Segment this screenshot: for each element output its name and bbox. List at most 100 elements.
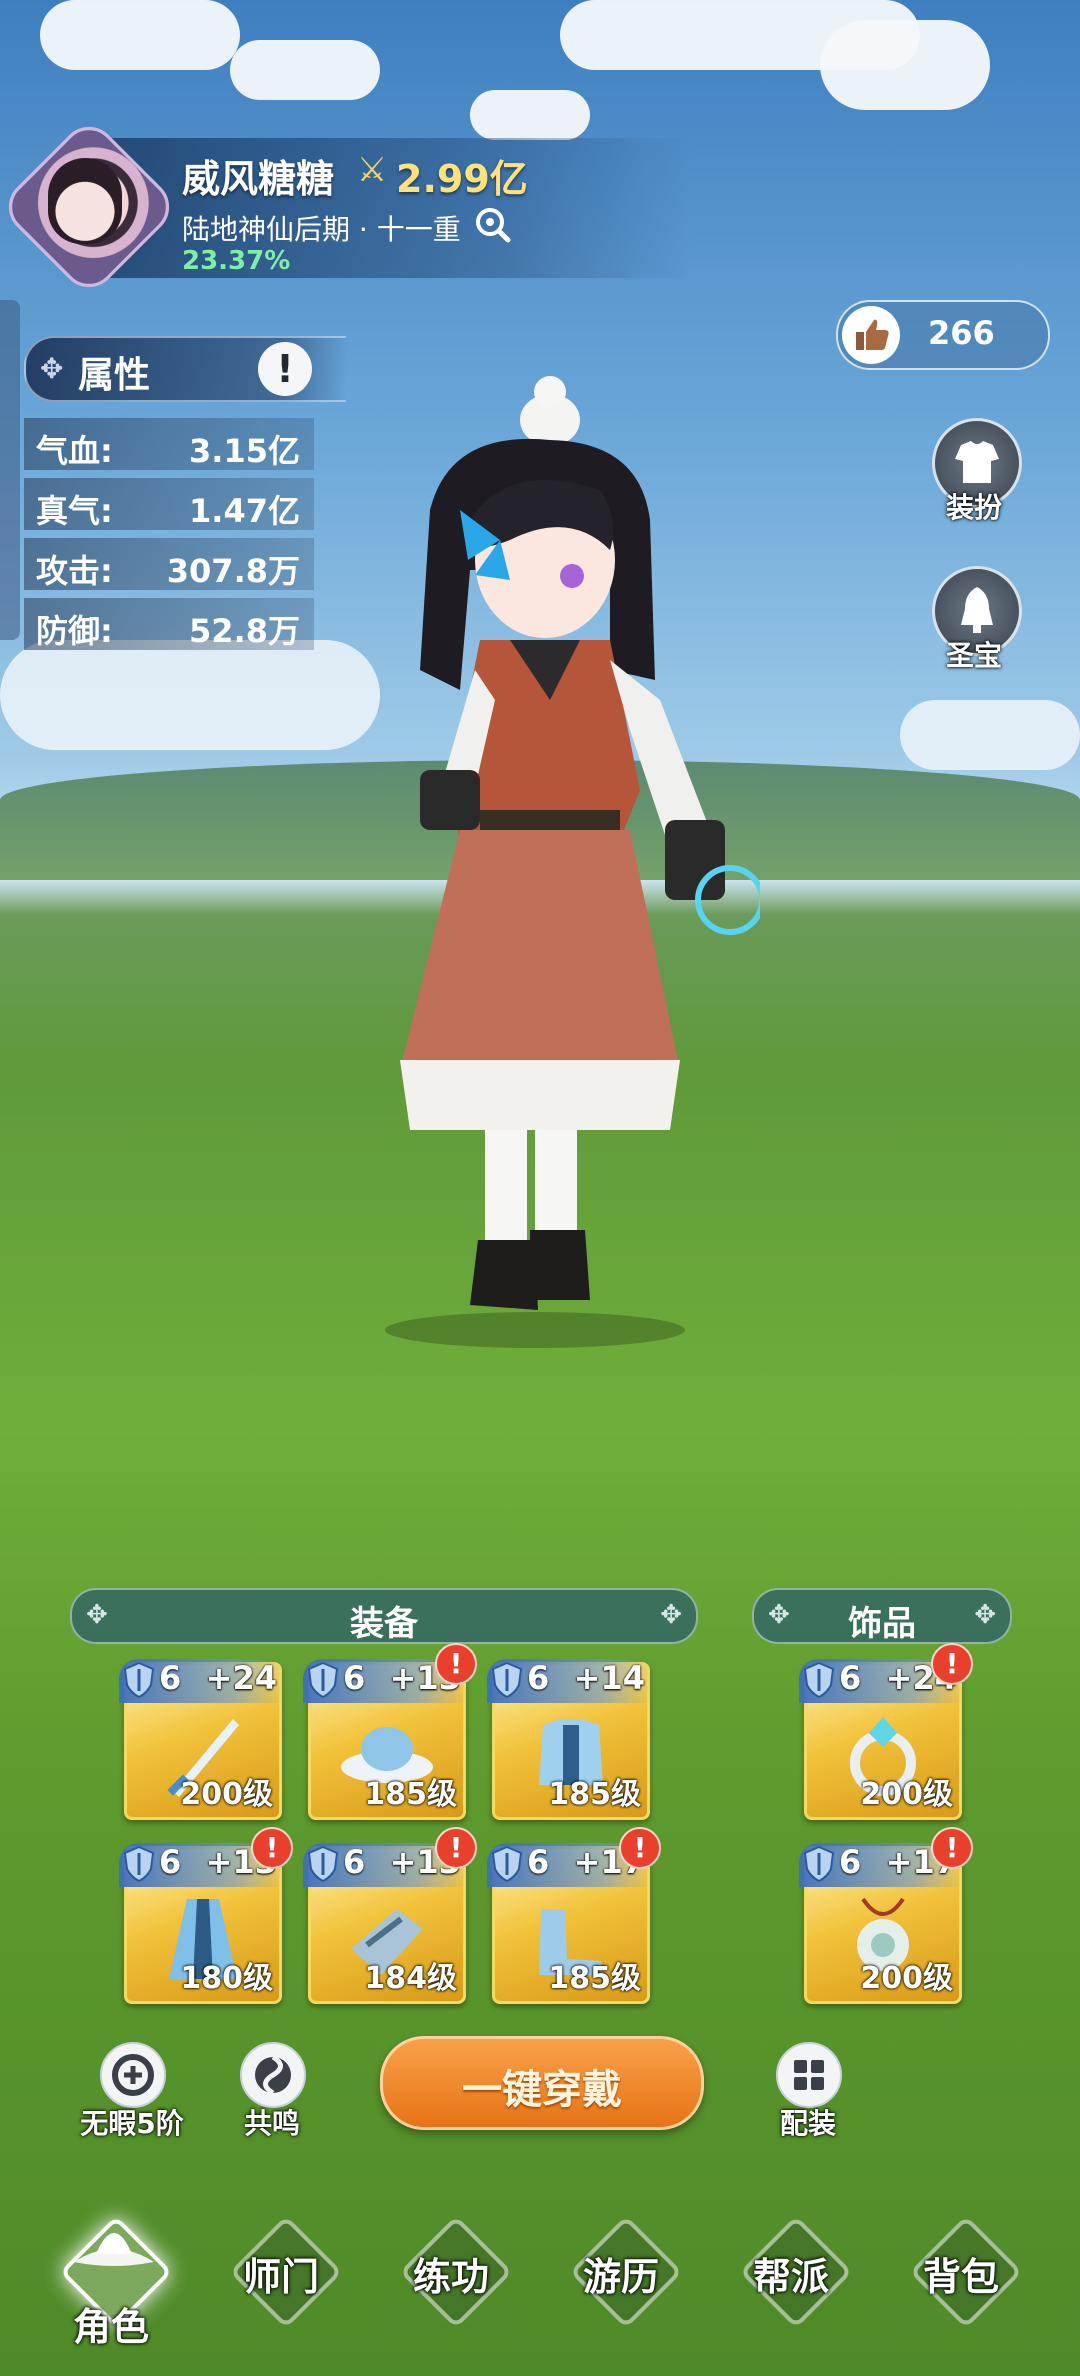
diamond-ornament-icon: ✥ xyxy=(660,1600,682,1630)
resonance-icon xyxy=(240,2042,306,2108)
like-button[interactable]: 266 xyxy=(836,300,1050,370)
diamond-ornament-icon: ✥ xyxy=(974,1600,996,1630)
treasure-label: 圣宝 xyxy=(945,639,1002,672)
cloud xyxy=(40,0,240,70)
alert-icon: ! xyxy=(435,1643,477,1685)
attr-row-defense: 防御: 52.8万 xyxy=(24,598,314,650)
nav-label: 游历 xyxy=(582,2255,659,2299)
combat-power: 2.99亿 xyxy=(396,157,528,201)
slot-level: 180级 xyxy=(180,1961,273,1996)
attr-row-qi: 真气: 1.47亿 xyxy=(24,478,314,530)
slot-level: 184级 xyxy=(364,1961,457,1996)
flawless-upgrade-button[interactable]: 无暇5阶 xyxy=(72,2042,192,2142)
loadout-button[interactable]: 配装 xyxy=(748,2042,868,2142)
accessory-slot-ring[interactable]: 6 +24 200级! xyxy=(799,1643,973,1820)
slot-banner: 6 +24 xyxy=(119,1659,283,1703)
resonance-button[interactable]: 共鸣 xyxy=(212,2042,332,2142)
alert-icon: ! xyxy=(619,1827,661,1869)
slot-banner: 6 +14 xyxy=(487,1659,651,1703)
attr-label: 气血: xyxy=(36,432,113,470)
flawless-icon xyxy=(100,2042,166,2108)
attr-label: 攻击: xyxy=(36,552,113,590)
grid-icon xyxy=(776,2042,842,2108)
slot-enhance: +14 xyxy=(573,1659,645,1697)
attr-value: 1.47亿 xyxy=(189,492,300,530)
cloud xyxy=(230,40,380,100)
equipment-slot-hat[interactable]: 6 +13 185级! xyxy=(303,1643,477,1820)
side-drawer-tab[interactable] xyxy=(0,300,20,640)
shield-icon xyxy=(123,1661,155,1699)
shield-icon xyxy=(803,1661,835,1699)
alert-icon: ! xyxy=(435,1827,477,1869)
nav-label: 背包 xyxy=(922,2255,999,2299)
nav-label: 角色 xyxy=(72,2305,149,2349)
attr-row-attack: 攻击: 307.8万 xyxy=(24,538,314,590)
slot-tier: 6 xyxy=(159,1843,182,1881)
shield-icon xyxy=(123,1845,155,1883)
slot-tier: 6 xyxy=(343,1659,366,1697)
outfit-label: 装扮 xyxy=(945,491,1002,524)
resonance-label: 共鸣 xyxy=(243,2107,300,2140)
diamond-ornament-icon: ✥ xyxy=(40,352,64,385)
search-icon[interactable] xyxy=(472,204,512,244)
shield-icon xyxy=(803,1845,835,1883)
slot-tier: 6 xyxy=(527,1843,550,1881)
nav-tab-character[interactable]: 角色 xyxy=(36,2212,186,2362)
like-count: 266 xyxy=(928,314,995,352)
nav-tab-backpack[interactable]: 背包 xyxy=(886,2212,1036,2362)
equipment-slot-sword[interactable]: 6 +24 200级 xyxy=(119,1659,283,1820)
character-model[interactable] xyxy=(310,370,760,1350)
nav-tab-guild[interactable]: 帮派 xyxy=(716,2212,866,2362)
cloud xyxy=(900,700,1080,770)
alert-icon: ! xyxy=(251,1827,293,1869)
shield-icon xyxy=(307,1661,339,1699)
info-icon[interactable]: ! xyxy=(258,342,312,396)
equipment-slot-gauntlet[interactable]: 6 +13 184级! xyxy=(303,1827,477,2004)
treasure-button[interactable]: 圣宝 xyxy=(926,566,1022,672)
thumbs-up-icon xyxy=(842,306,900,364)
slot-level: 185级 xyxy=(548,1777,641,1812)
shield-icon xyxy=(307,1845,339,1883)
equipment-slot-armor[interactable]: 6 +14 185级 xyxy=(487,1659,651,1820)
player-name: 威风糖糖 xyxy=(182,157,335,201)
attr-value: 3.15亿 xyxy=(189,432,300,470)
equipment-slot-boots[interactable]: 6 +17 185级! xyxy=(487,1827,661,2004)
accessory-slot-pendant[interactable]: 6 +17 200级! xyxy=(799,1827,973,2004)
equip-all-button[interactable]: 一键穿戴 xyxy=(380,2036,704,2130)
accessories-header: ✥ 饰品 ✥ xyxy=(752,1588,1012,1644)
loadout-label: 配装 xyxy=(779,2107,836,2140)
shield-icon xyxy=(491,1845,523,1883)
slot-level: 200级 xyxy=(860,1961,953,1996)
slot-level: 200级 xyxy=(860,1777,953,1812)
power-icon: ⚔ xyxy=(356,150,388,190)
slot-level: 185级 xyxy=(364,1777,457,1812)
cloud xyxy=(820,20,990,110)
slot-tier: 6 xyxy=(527,1659,550,1697)
slot-level: 185级 xyxy=(548,1961,641,1996)
shield-icon xyxy=(491,1661,523,1699)
equipment-title: 装备 xyxy=(350,1604,418,1644)
nav-label: 师门 xyxy=(242,2255,319,2299)
attr-label: 真气: xyxy=(36,492,113,530)
attr-value: 52.8万 xyxy=(189,612,300,650)
cultivation-realm: 陆地神仙后期 · 十一重 xyxy=(182,213,461,246)
attributes-title: 属性 xyxy=(78,355,151,396)
slot-tier: 6 xyxy=(839,1659,862,1697)
equipment-slot-robe[interactable]: 6 +13 180级! xyxy=(119,1827,293,2004)
attr-row-hp: 气血: 3.15亿 xyxy=(24,418,314,470)
alert-icon: ! xyxy=(931,1643,973,1685)
nav-tab-travel[interactable]: 游历 xyxy=(546,2212,696,2362)
attr-value: 307.8万 xyxy=(166,552,300,590)
attributes-header: ✥ 属性 ! xyxy=(24,336,346,402)
slot-enhance: +24 xyxy=(205,1659,277,1697)
outfit-button[interactable]: 装扮 xyxy=(926,418,1022,524)
equip-all-label: 一键穿戴 xyxy=(462,2067,622,2113)
nav-label: 帮派 xyxy=(752,2255,829,2299)
nav-tab-sect[interactable]: 师门 xyxy=(206,2212,356,2362)
avatar-portrait xyxy=(48,158,122,244)
alert-icon: ! xyxy=(931,1827,973,1869)
nav-tab-training[interactable]: 练功 xyxy=(376,2212,526,2362)
attr-label: 防御: xyxy=(36,612,113,650)
slot-tier: 6 xyxy=(159,1659,182,1697)
flawless-label: 无暇5阶 xyxy=(80,2107,184,2140)
